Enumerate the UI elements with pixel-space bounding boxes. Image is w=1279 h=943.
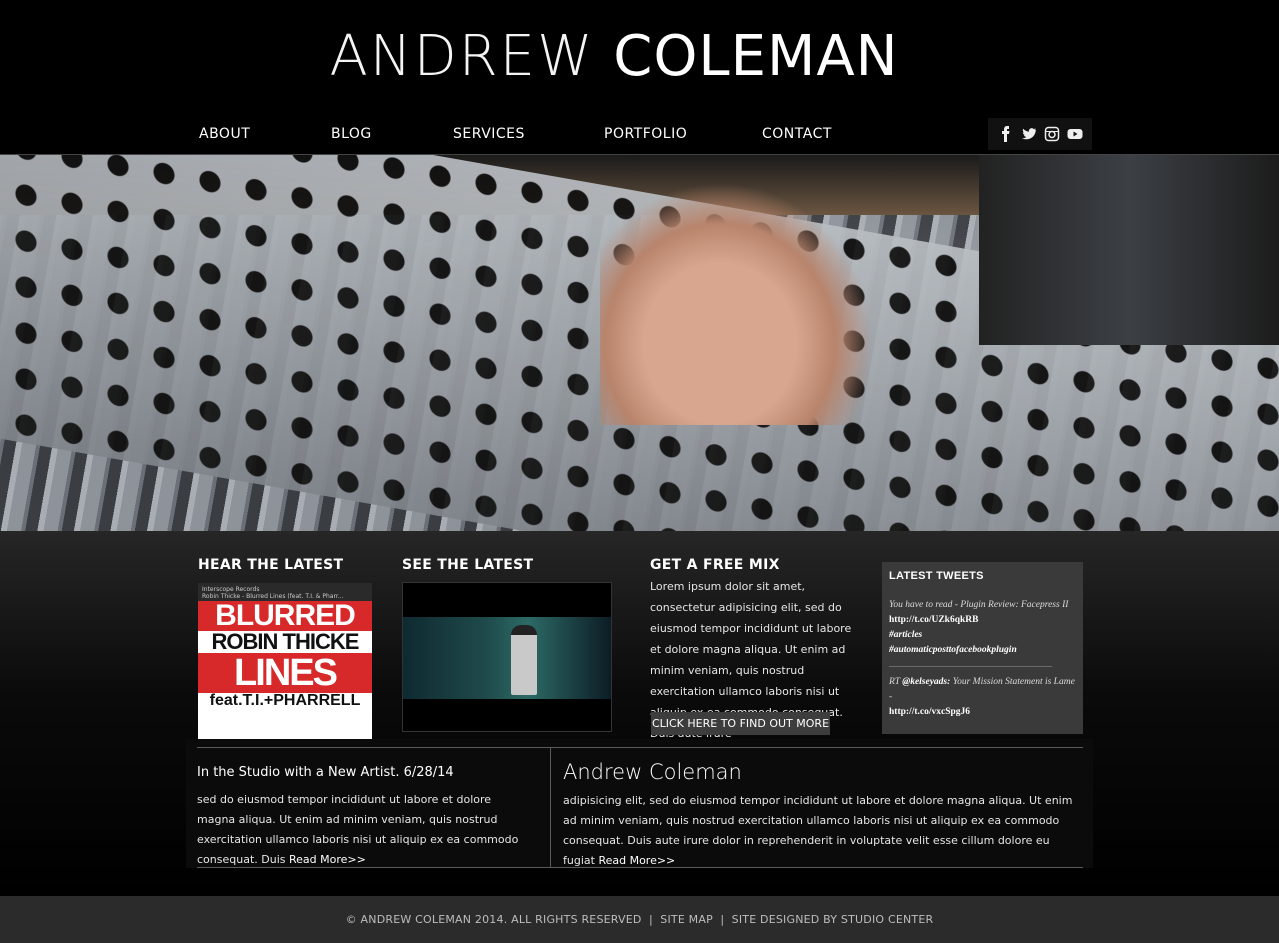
left-post-title[interactable]: In the Studio with a New Artist. 6/28/14 [197, 765, 454, 780]
video-frame [403, 617, 611, 699]
nav-portfolio[interactable]: PORTFOLIO [604, 126, 687, 142]
cover-line-3: LINES [198, 653, 372, 693]
posts-top-rule [197, 747, 1083, 748]
hero-mixing-console-image [0, 155, 1279, 531]
tweet-1: You have to read - Plugin Review: Facepr… [889, 598, 1076, 658]
hear-heading: HEAR THE LATEST [198, 557, 344, 573]
cover-line-1: BLURRED [198, 601, 372, 631]
nav-blog[interactable]: BLOG [331, 126, 372, 142]
tweet-separator [889, 666, 1052, 667]
posts-divider [550, 747, 551, 867]
footer-divider-1: | [648, 913, 653, 926]
right-read-more-link[interactable]: Read More>> [598, 854, 675, 867]
youtube-icon[interactable] [1067, 126, 1083, 142]
hero-hands [600, 155, 900, 425]
right-post-title[interactable]: Andrew Coleman [563, 760, 742, 784]
facebook-icon[interactable] [998, 126, 1014, 142]
player-label: Interscope Records [202, 586, 260, 593]
mix-heading: GET A FREE MIX [650, 557, 780, 573]
footer: © ANDREW COLEMAN 2014. ALL RIGHTS RESERV… [0, 896, 1279, 943]
tweet-1-text: You have to read - Plugin Review: Facepr… [889, 600, 1069, 610]
right-post-excerpt: adipisicing elit, sed do eiusmod tempor … [563, 791, 1075, 871]
twitter-icon[interactable] [1021, 126, 1037, 142]
nav-contact[interactable]: CONTACT [762, 126, 832, 142]
video-player[interactable] [402, 582, 612, 732]
tweets-panel: LATEST TWEETS You have to read - Plugin … [882, 562, 1083, 734]
tweet-1-link[interactable]: http://t.co/UZk6qkRB [889, 615, 978, 625]
tweet-2: RT @kelseyads: Your Mission Statement is… [889, 675, 1076, 720]
site-title-last: COLEMAN [613, 24, 899, 89]
find-out-more-button[interactable]: CLICK HERE TO FIND OUT MORE >> [651, 712, 830, 753]
social-links [988, 118, 1092, 150]
tweet-1-tag-1[interactable]: #articles [889, 630, 922, 640]
see-heading: SEE THE LATEST [402, 557, 534, 573]
instagram-icon[interactable] [1044, 126, 1060, 142]
cover-line-2: ROBIN THICKE [198, 631, 372, 653]
video-figure [511, 625, 537, 695]
footer-divider-2: | [720, 913, 725, 926]
tweet-1-tag-2[interactable]: #automaticposttofacebookplugin [889, 645, 1017, 655]
tweet-2-user[interactable]: @kelseyads: [902, 677, 950, 687]
tweet-2-link[interactable]: http://t.co/vxcSpgJ6 [889, 707, 970, 717]
left-post-excerpt: sed do eiusmod tempor incididunt ut labo… [197, 790, 532, 870]
footer-copyright: © ANDREW COLEMAN 2014. ALL RIGHTS RESERV… [345, 913, 642, 926]
site-title-first: ANDREW [329, 24, 595, 89]
hero-rack [979, 155, 1279, 345]
nav-about[interactable]: ABOUT [199, 126, 250, 142]
nav-services[interactable]: SERVICES [453, 126, 525, 142]
soundcloud-player[interactable]: Interscope Records Robin Thicke - Blurre… [198, 583, 372, 741]
left-read-more-link[interactable]: Read More>> [289, 853, 366, 866]
tweets-heading: LATEST TWEETS [889, 570, 984, 582]
footer-site-map-link[interactable]: SITE MAP [660, 913, 713, 926]
cover-line-4: feat.T.I.+PHARRELL [198, 693, 372, 709]
footer-credit: SITE DESIGNED BY STUDIO CENTER [731, 913, 934, 926]
tweet-2-prefix: RT [889, 677, 900, 687]
site-title: ANDREW COLEMAN [0, 24, 1228, 89]
